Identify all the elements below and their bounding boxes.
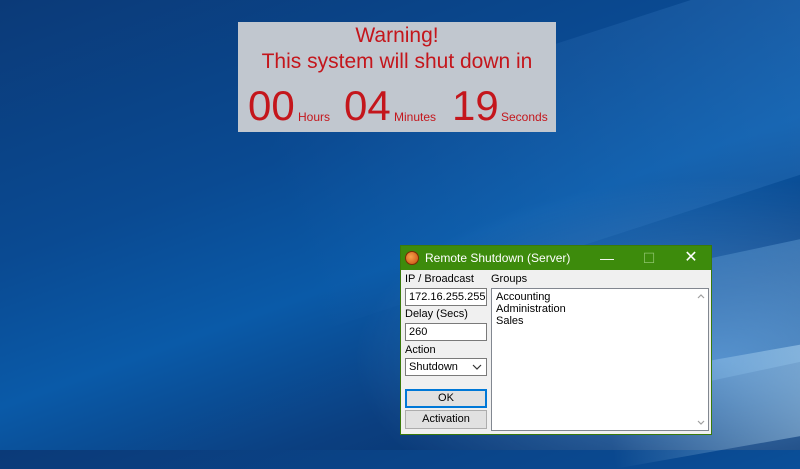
scroll-up-icon[interactable]: [694, 291, 708, 301]
remote-shutdown-window: Remote Shutdown (Server) — ☐ ✕ IP / Broa…: [400, 245, 712, 435]
ip-broadcast-label: IP / Broadcast: [405, 273, 474, 285]
groups-list[interactable]: Accounting Administration Sales: [491, 288, 709, 431]
app-icon: [405, 251, 419, 265]
maximize-button[interactable]: ☐: [629, 246, 669, 270]
delay-input[interactable]: 260: [405, 323, 487, 341]
action-select-value: Shutdown: [409, 361, 458, 373]
countdown-seconds-label: Seconds: [501, 110, 548, 124]
warning-heading: Warning!: [355, 24, 439, 47]
shutdown-warning-banner: Warning! This system will shut down in 0…: [238, 22, 556, 132]
countdown-hours-label: Hours: [298, 110, 331, 124]
countdown-minutes: 04: [344, 82, 391, 129]
minimize-button[interactable]: —: [587, 246, 627, 270]
action-select[interactable]: Shutdown: [405, 358, 487, 376]
activation-button[interactable]: Activation: [405, 410, 487, 429]
list-item[interactable]: Sales: [496, 315, 524, 327]
chevron-down-icon: [472, 359, 482, 381]
warning-message: This system will shut down in: [261, 50, 533, 73]
countdown-minutes-label: Minutes: [394, 110, 437, 124]
groups-label: Groups: [491, 273, 528, 285]
ok-button[interactable]: OK: [405, 389, 487, 408]
ip-broadcast-input[interactable]: 172.16.255.255: [405, 288, 487, 306]
countdown-hours: 00: [248, 82, 295, 129]
countdown-seconds: 19: [452, 82, 499, 129]
groups-scrollbar[interactable]: [694, 289, 708, 430]
countdown: 00 Hours 04 Minutes 19 Seconds: [238, 84, 556, 128]
window-title: Remote Shutdown (Server): [425, 251, 571, 265]
action-label: Action: [405, 344, 436, 356]
scroll-down-icon[interactable]: [694, 418, 708, 428]
list-item[interactable]: Administration: [496, 303, 566, 315]
close-button[interactable]: ✕: [671, 246, 711, 270]
delay-label: Delay (Secs): [405, 308, 468, 320]
title-bar[interactable]: Remote Shutdown (Server) — ☐ ✕: [401, 246, 711, 270]
list-item[interactable]: Accounting: [496, 291, 550, 303]
